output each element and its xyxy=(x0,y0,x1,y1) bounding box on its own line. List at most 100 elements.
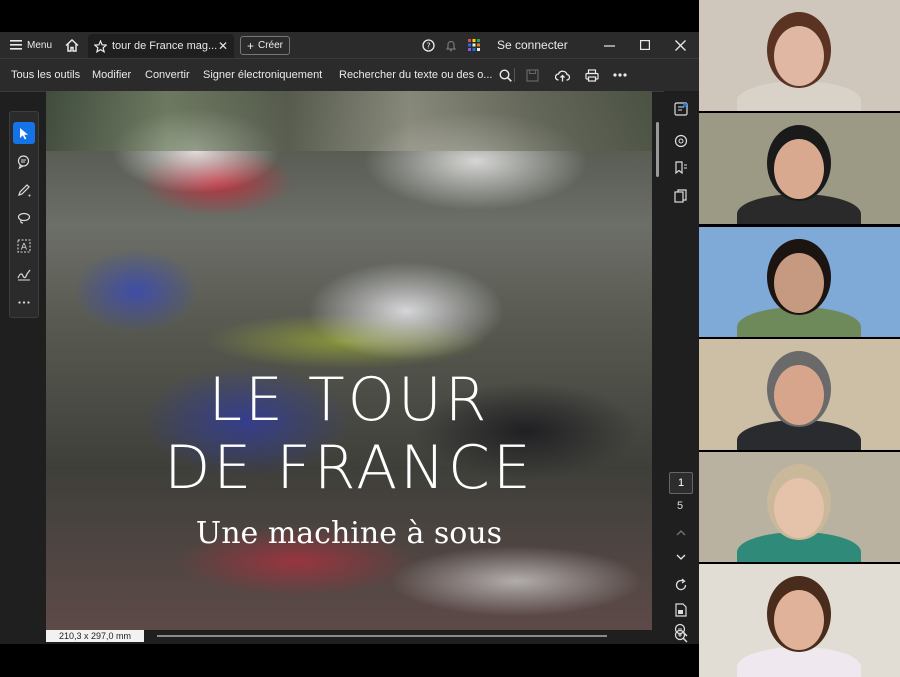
toolbar-divider xyxy=(514,59,515,91)
participant-face xyxy=(774,139,824,199)
search-placeholder: Rechercher du texte ou des o... xyxy=(339,69,493,81)
participant-face xyxy=(774,478,824,538)
maximize-button[interactable] xyxy=(640,32,650,58)
notifications-button[interactable] xyxy=(445,32,457,58)
participant-face xyxy=(774,365,824,425)
print-button[interactable] xyxy=(585,59,599,91)
current-page-input[interactable]: 1 xyxy=(669,472,693,494)
rotate-icon xyxy=(674,578,688,592)
total-pages: 5 xyxy=(676,500,684,512)
cover-title-line1: LE TOUR xyxy=(208,365,490,435)
search-icon xyxy=(499,68,513,82)
cover-photo-crowd xyxy=(46,91,652,151)
quick-tools-rail: A xyxy=(9,111,39,318)
bell-icon xyxy=(445,39,457,52)
draw-tool-button[interactable] xyxy=(13,179,35,201)
save-icon xyxy=(526,68,539,82)
menu-button[interactable]: Menu xyxy=(10,32,52,58)
video-tile-5[interactable] xyxy=(699,452,900,562)
apps-button[interactable] xyxy=(468,32,480,58)
video-tile-6[interactable] xyxy=(699,564,900,677)
video-tile-1[interactable] xyxy=(699,0,900,111)
tool-all-tools[interactable]: Tous les outils xyxy=(11,59,80,91)
create-label: Créer xyxy=(258,40,284,51)
select-tool-button[interactable] xyxy=(13,122,35,144)
close-window-button[interactable] xyxy=(675,32,686,58)
more-tools-button[interactable] xyxy=(13,291,35,313)
apps-grid-icon xyxy=(468,39,480,51)
text-box-icon: A xyxy=(17,239,31,253)
tool-edit-label: Modifier xyxy=(92,69,132,81)
video-tile-2[interactable] xyxy=(699,113,900,224)
participant-gallery xyxy=(699,0,900,677)
minimize-icon xyxy=(604,40,615,51)
vertical-scrollbar[interactable] xyxy=(656,122,659,177)
participant-face xyxy=(774,590,824,650)
upload-button[interactable] xyxy=(555,59,570,91)
minimize-button[interactable] xyxy=(604,32,615,58)
svg-text:A: A xyxy=(21,243,28,253)
comments-panel-icon xyxy=(674,134,688,148)
cloud-upload-icon xyxy=(555,69,570,82)
tool-esign-label: Signer électroniquement xyxy=(203,69,323,81)
comments-panel-button[interactable] xyxy=(671,131,691,151)
tool-edit[interactable]: Modifier xyxy=(92,59,131,91)
svg-text:?: ? xyxy=(426,41,430,50)
hamburger-icon xyxy=(10,40,22,50)
search-field[interactable]: Rechercher du texte ou des o... xyxy=(339,59,513,91)
lasso-icon xyxy=(17,211,31,225)
rotate-button[interactable] xyxy=(671,575,691,595)
home-icon xyxy=(65,38,79,52)
close-tab-icon[interactable]: ✕ xyxy=(218,39,228,53)
status-bar: 210,3 x 297,0 mm xyxy=(46,630,652,644)
create-button[interactable]: + Créer xyxy=(240,36,290,55)
next-page-button[interactable] xyxy=(671,547,691,567)
close-icon xyxy=(675,39,686,51)
menu-label: Menu xyxy=(27,39,53,51)
sign-icon xyxy=(17,267,31,281)
select-arrow-icon xyxy=(19,127,29,140)
more-icon xyxy=(18,300,30,304)
pages-button[interactable] xyxy=(671,186,691,206)
pdf-viewer-window: Menu tour de France mag... ✕ + Créer ? S… xyxy=(0,32,699,644)
document-page[interactable]: LE TOUR DE FRANCE Une machine à sous xyxy=(46,91,652,630)
video-tile-3[interactable] xyxy=(699,227,900,337)
comment-tool-button[interactable] xyxy=(13,151,35,173)
sign-tool-button[interactable] xyxy=(13,263,35,285)
tool-all-tools-label: Tous les outils xyxy=(11,69,81,81)
document-tab[interactable]: tour de France mag... ✕ xyxy=(88,34,234,58)
text-tool-button[interactable]: A xyxy=(13,235,35,257)
maximize-icon xyxy=(640,40,650,50)
main-toolbar: Tous les outils Modifier Convertir Signe… xyxy=(0,59,699,92)
bookmarks-button[interactable] xyxy=(671,158,691,178)
page-fit-button[interactable] xyxy=(671,600,691,620)
tool-esign[interactable]: Signer électroniquement xyxy=(203,59,322,91)
help-button[interactable]: ? xyxy=(422,32,435,58)
previous-page-button[interactable] xyxy=(671,523,691,543)
tool-convert[interactable]: Convertir xyxy=(145,59,190,91)
comment-icon xyxy=(17,155,31,169)
lasso-tool-button[interactable] xyxy=(13,207,35,229)
pages-icon xyxy=(674,189,688,203)
participant-face xyxy=(774,253,824,313)
plus-icon: + xyxy=(246,38,254,53)
save-button[interactable] xyxy=(526,59,539,91)
right-panel-rail: 1 5 xyxy=(664,91,699,644)
signin-label: Se connecter xyxy=(497,38,568,52)
zoom-out-icon xyxy=(674,623,688,637)
page-fit-icon xyxy=(674,603,688,617)
more-options-button[interactable] xyxy=(613,59,627,91)
help-icon: ? xyxy=(422,38,435,52)
horizontal-scrollbar[interactable] xyxy=(157,635,607,637)
star-icon[interactable] xyxy=(94,39,107,53)
bookmark-icon xyxy=(674,161,688,175)
zoom-out-control[interactable] xyxy=(671,620,691,640)
tab-title: tour de France mag... xyxy=(112,40,218,52)
edit-panel-button[interactable] xyxy=(671,99,691,119)
video-tile-4[interactable] xyxy=(699,339,900,450)
scroll-up-icon xyxy=(676,530,686,536)
participant-face xyxy=(774,26,824,86)
signin-button[interactable]: Se connecter xyxy=(497,32,568,58)
home-button[interactable] xyxy=(65,32,79,58)
more-horizontal-icon xyxy=(613,73,627,77)
